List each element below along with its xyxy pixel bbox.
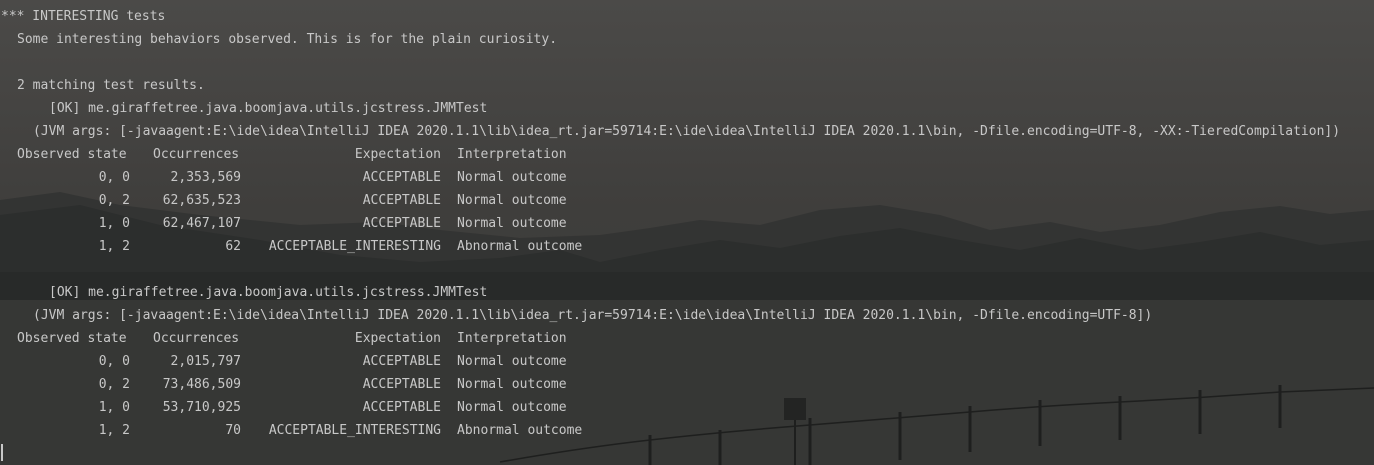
occurrences: 70 (225, 423, 241, 438)
expectation: ACCEPTABLE (362, 354, 441, 369)
occurrences: 62,635,523 (162, 193, 241, 208)
interpretation: Abnormal outcome (457, 239, 583, 254)
column-header-expectation: Expectation (354, 331, 441, 346)
test-status: [OK] me.giraffetree.java.boomjava.utils.… (49, 285, 488, 300)
interpretation: Normal outcome (457, 400, 567, 415)
observed-state: 1, 0 (98, 216, 130, 231)
observed-state: 0, 0 (98, 170, 130, 185)
observed-state: 1, 0 (98, 400, 130, 415)
occurrences: 53,710,925 (162, 400, 241, 415)
occurrences: 2,353,569 (170, 170, 241, 185)
occurrences: 2,015,797 (170, 354, 241, 369)
console-output: *** INTERESTING tests Some interesting b… (0, 0, 1374, 465)
observed-state: 0, 2 (98, 377, 130, 392)
text-caret[interactable] (1, 444, 3, 461)
column-header-interpretation: Interpretation (457, 331, 567, 346)
column-header-occurrences: Occurrences (153, 147, 240, 162)
expectation: ACCEPTABLE (362, 377, 441, 392)
observed-state: 1, 2 (98, 239, 130, 254)
interpretation: Abnormal outcome (457, 423, 583, 438)
observed-state: 0, 0 (98, 354, 130, 369)
interpretation: Normal outcome (457, 377, 567, 392)
section-header: *** INTERESTING tests (1, 9, 166, 24)
occurrences: 62,467,107 (162, 216, 241, 231)
test-status: [OK] me.giraffetree.java.boomjava.utils.… (49, 101, 488, 116)
interpretation: Normal outcome (457, 170, 567, 185)
interpretation: Normal outcome (457, 354, 567, 369)
expectation: ACCEPTABLE (362, 170, 441, 185)
observed-state: 0, 2 (98, 193, 130, 208)
jvm-args: (JVM args: [-javaagent:E:\ide\idea\Intel… (33, 308, 1153, 323)
expectation: ACCEPTABLE_INTERESTING (268, 423, 441, 438)
occurrences: 73,486,509 (162, 377, 241, 392)
expectation: ACCEPTABLE (362, 216, 441, 231)
section-description: Some interesting behaviors observed. Thi… (17, 32, 558, 47)
occurrences: 62 (225, 239, 241, 254)
match-count: 2 matching test results. (17, 78, 205, 93)
jvm-args: (JVM args: [-javaagent:E:\ide\idea\Intel… (33, 124, 1341, 139)
column-header-occurrences: Occurrences (153, 331, 240, 346)
expectation: ACCEPTABLE (362, 400, 441, 415)
column-header-observed-state: Observed state (17, 331, 127, 346)
column-header-expectation: Expectation (354, 147, 441, 162)
column-header-observed-state: Observed state (17, 147, 127, 162)
observed-state: 1, 2 (98, 423, 130, 438)
expectation: ACCEPTABLE (362, 193, 441, 208)
column-header-interpretation: Interpretation (457, 147, 567, 162)
expectation: ACCEPTABLE_INTERESTING (268, 239, 441, 254)
interpretation: Normal outcome (457, 193, 567, 208)
interpretation: Normal outcome (457, 216, 567, 231)
